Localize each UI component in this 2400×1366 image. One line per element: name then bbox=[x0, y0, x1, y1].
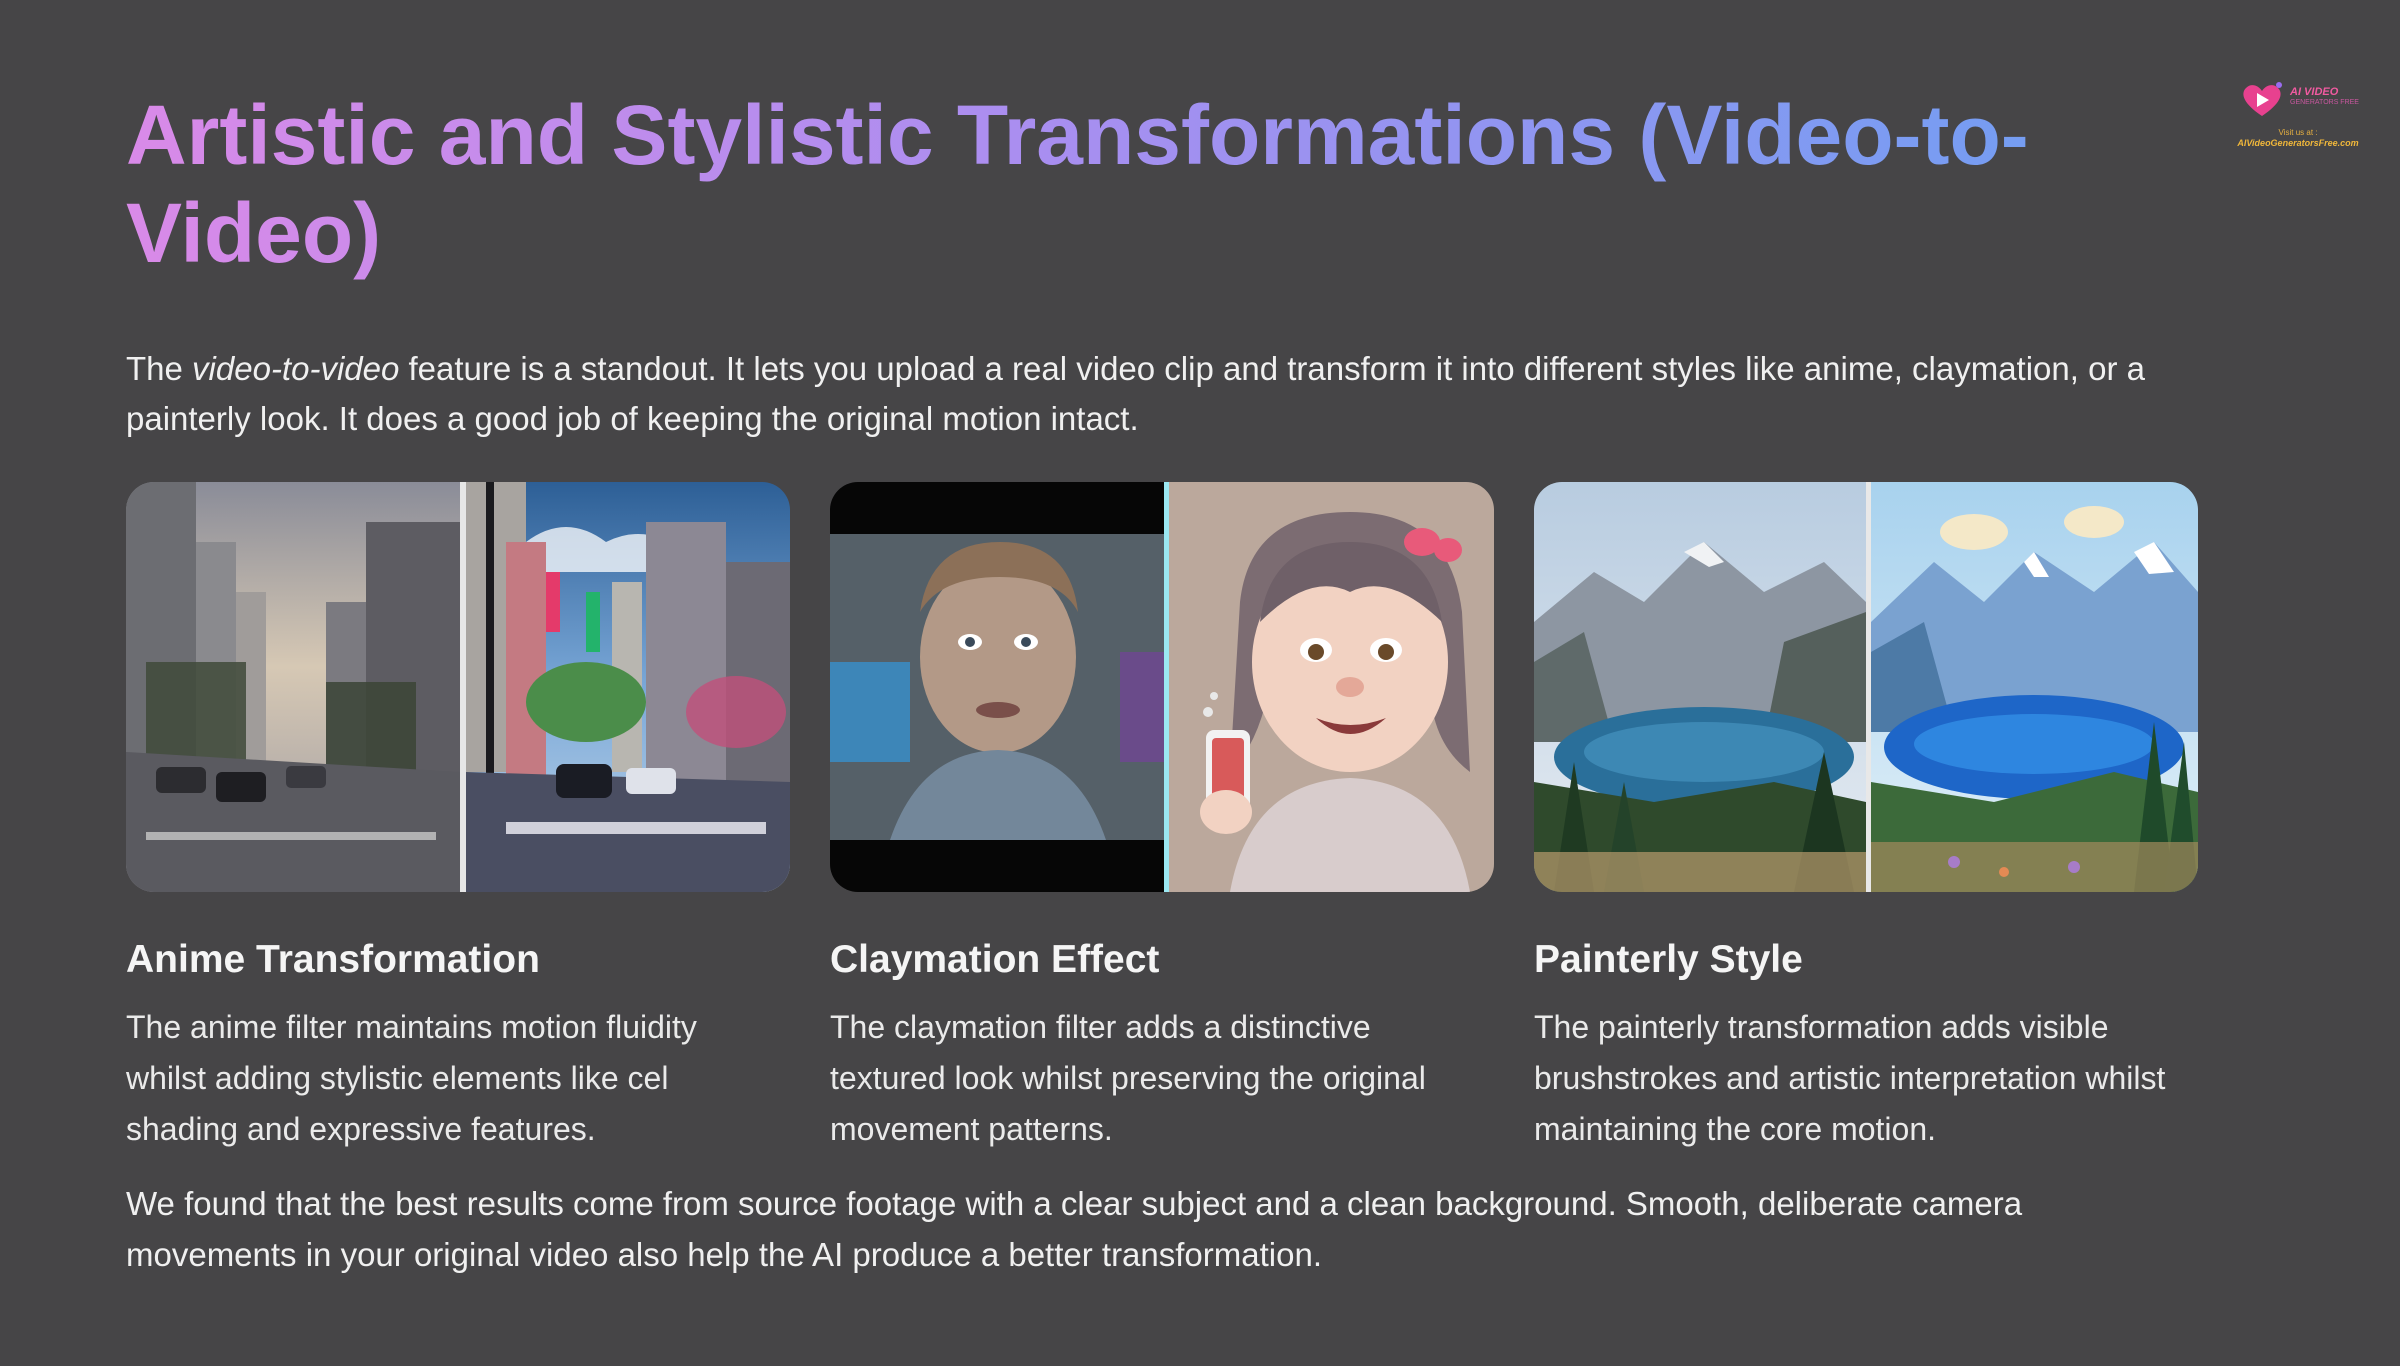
card-description: The claymation filter adds a distinctive… bbox=[830, 1009, 1426, 1147]
play-heart-logo-icon bbox=[2243, 82, 2282, 116]
logo-visit-text: Visit us at : bbox=[2278, 128, 2318, 137]
logo-url: AIVideoGeneratorsFree.com bbox=[2237, 138, 2359, 148]
page-title: Artistic and Stylistic Transformations (… bbox=[126, 86, 2146, 282]
intro-text-end: feature is a standout. It lets you uploa… bbox=[126, 350, 2145, 437]
outro-paragraph: We found that the best results come from… bbox=[126, 1185, 2023, 1273]
card-claymation: Claymation Effect The claymation filter … bbox=[830, 482, 1494, 1155]
logo-name: AI VIDEO bbox=[2290, 86, 2339, 98]
intro-text-start: The bbox=[126, 350, 193, 387]
brand-logo[interactable]: AI VIDEO GENERATORS FREE Visit us at : A… bbox=[2228, 74, 2368, 154]
card-title: Anime Transformation bbox=[126, 938, 540, 981]
city-street-anime-comparison-image bbox=[126, 482, 790, 892]
card-painterly: Painterly Style The painterly transforma… bbox=[1534, 482, 2198, 1155]
portrait-claymation-comparison-image bbox=[830, 482, 1494, 892]
intro-emphasis: video-to-video bbox=[192, 350, 400, 387]
card-description: The anime filter maintains motion fluidi… bbox=[126, 1009, 697, 1147]
card-title: Claymation Effect bbox=[830, 938, 1160, 981]
card-description: The painterly transformation adds visibl… bbox=[1534, 1009, 2166, 1147]
mountain-lake-painterly-comparison-image bbox=[1534, 482, 2198, 892]
card-anime: Anime Transformation The anime filter ma… bbox=[126, 482, 790, 1155]
intro-paragraph: The video-to-video feature is a standout… bbox=[126, 344, 2266, 444]
card-title: Painterly Style bbox=[1534, 938, 1803, 981]
logo-subtitle: GENERATORS FREE bbox=[2290, 99, 2359, 106]
